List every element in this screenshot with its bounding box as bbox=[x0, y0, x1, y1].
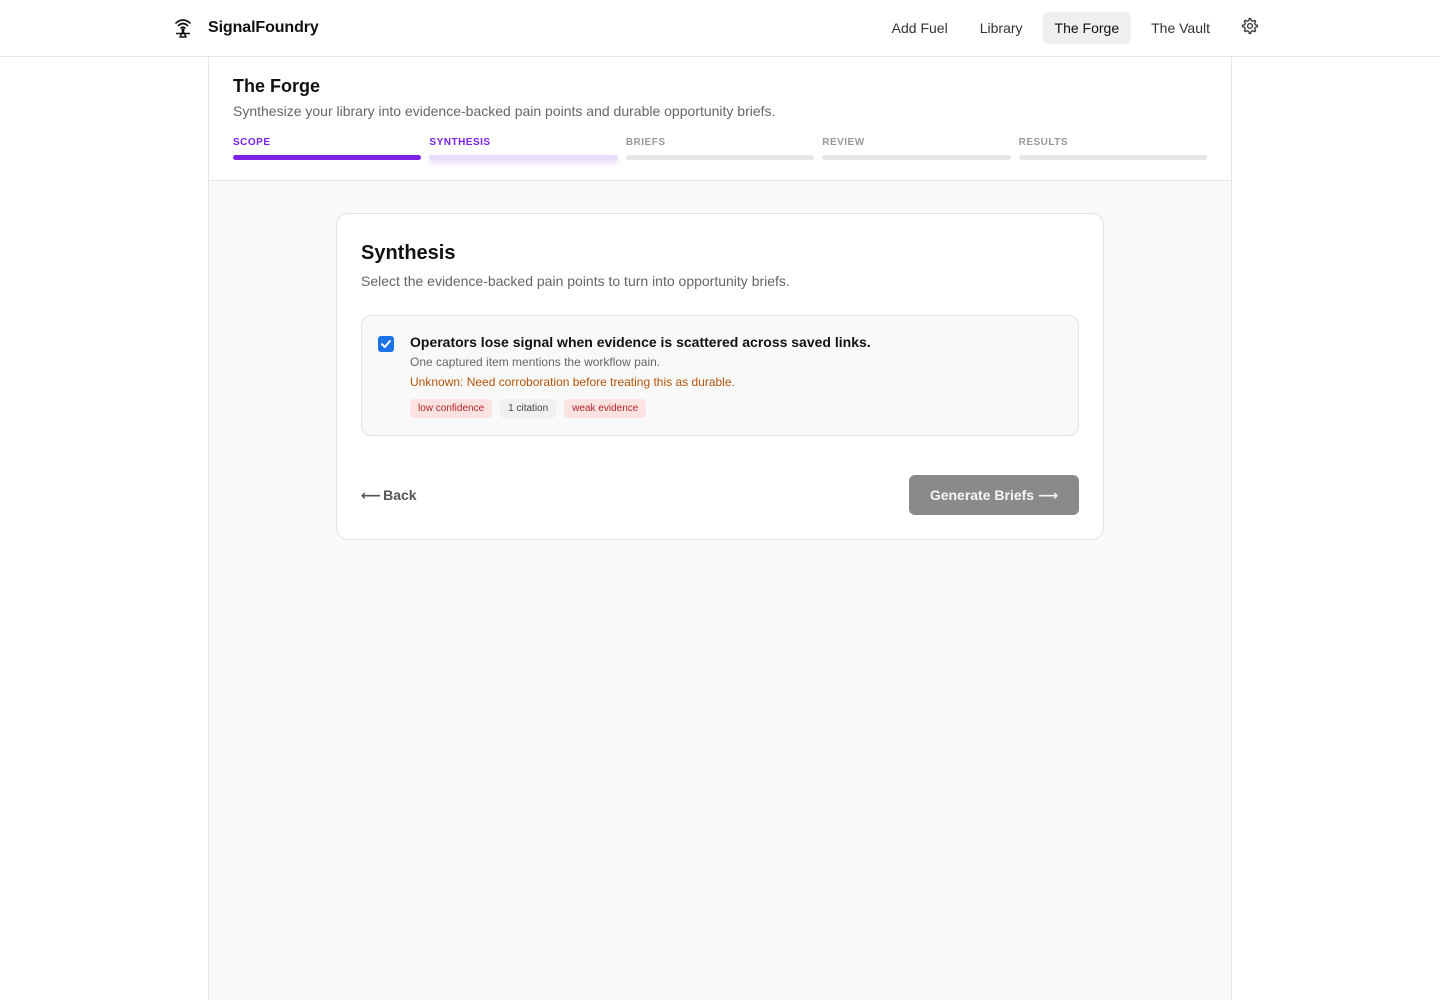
nav-item-the-vault[interactable]: The Vault bbox=[1139, 12, 1222, 44]
synthesis-card: Synthesis Select the evidence-backed pai… bbox=[336, 213, 1104, 540]
tag-low-confidence: low confidence bbox=[410, 399, 493, 418]
arrow-right-icon: ⟶ bbox=[1038, 486, 1059, 503]
tag-weak-evidence: weak evidence bbox=[564, 399, 647, 418]
brand[interactable]: SignalFoundry bbox=[172, 14, 319, 42]
step-review: REVIEW bbox=[822, 136, 1011, 160]
page-subtitle: Synthesize your library into evidence-ba… bbox=[233, 103, 776, 119]
pain-point-unknown-note: Unknown: Need corroboration before treat… bbox=[410, 375, 735, 389]
step-results: RESULTS bbox=[1018, 136, 1208, 160]
card-subtitle: Select the evidence-backed pain points t… bbox=[361, 273, 790, 289]
top-navigation-bar: SignalFoundry Add Fuel Library The Forge… bbox=[0, 0, 1440, 57]
settings-button[interactable] bbox=[1234, 12, 1266, 44]
step-label: SYNTHESIS bbox=[429, 137, 491, 148]
page-header: The Forge Synthesize your library into e… bbox=[209, 57, 1231, 181]
step-label: SCOPE bbox=[233, 137, 271, 148]
step-label: BRIEFS bbox=[625, 137, 666, 148]
step-label: RESULTS bbox=[1018, 137, 1069, 148]
nav-item-add-fuel[interactable]: Add Fuel bbox=[880, 12, 960, 44]
main-nav: Add Fuel Library The Forge The Vault bbox=[872, 12, 1440, 44]
pain-point-item[interactable]: Operators lose signal when evidence is s… bbox=[361, 315, 1079, 436]
step-progress: SCOPE SYNTHESIS BRIEFS REVIEW RESULTS bbox=[233, 136, 1208, 160]
step-bar bbox=[822, 155, 1011, 160]
tag-citation-count: 1 citation bbox=[500, 399, 557, 418]
gear-icon bbox=[1241, 17, 1259, 40]
page-title: The Forge bbox=[233, 76, 321, 96]
pain-point-checkbox[interactable] bbox=[378, 336, 394, 352]
back-button[interactable]: ⟵ Back bbox=[361, 487, 417, 504]
step-scope[interactable]: SCOPE bbox=[233, 136, 422, 160]
step-synthesis[interactable]: SYNTHESIS bbox=[429, 136, 618, 160]
generate-briefs-button[interactable]: Generate Briefs ⟶ bbox=[909, 475, 1079, 515]
card-title: Synthesis bbox=[361, 242, 456, 264]
pain-point-title: Operators lose signal when evidence is s… bbox=[410, 334, 871, 350]
arrow-left-icon: ⟵ bbox=[361, 486, 382, 503]
card-actions: ⟵ Back Generate Briefs ⟶ bbox=[361, 475, 1079, 515]
signal-tower-icon bbox=[172, 17, 194, 39]
main-column: The Forge Synthesize your library into e… bbox=[208, 57, 1232, 1000]
checkmark-icon bbox=[381, 340, 391, 348]
step-bar bbox=[1018, 155, 1208, 160]
brand-name: SignalFoundry bbox=[208, 19, 319, 36]
step-briefs: BRIEFS bbox=[625, 136, 815, 160]
pain-point-tags: low confidence 1 citation weak evidence bbox=[410, 399, 1062, 418]
generate-briefs-label: Generate Briefs bbox=[929, 487, 1035, 503]
step-bar bbox=[233, 155, 422, 160]
nav-item-the-forge[interactable]: The Forge bbox=[1042, 12, 1132, 44]
step-label: REVIEW bbox=[822, 137, 865, 148]
step-bar bbox=[429, 155, 618, 160]
nav-item-library[interactable]: Library bbox=[968, 12, 1035, 44]
back-label: Back bbox=[383, 487, 417, 503]
pain-point-description: One captured item mentions the workflow … bbox=[410, 355, 661, 369]
step-bar bbox=[625, 155, 815, 160]
